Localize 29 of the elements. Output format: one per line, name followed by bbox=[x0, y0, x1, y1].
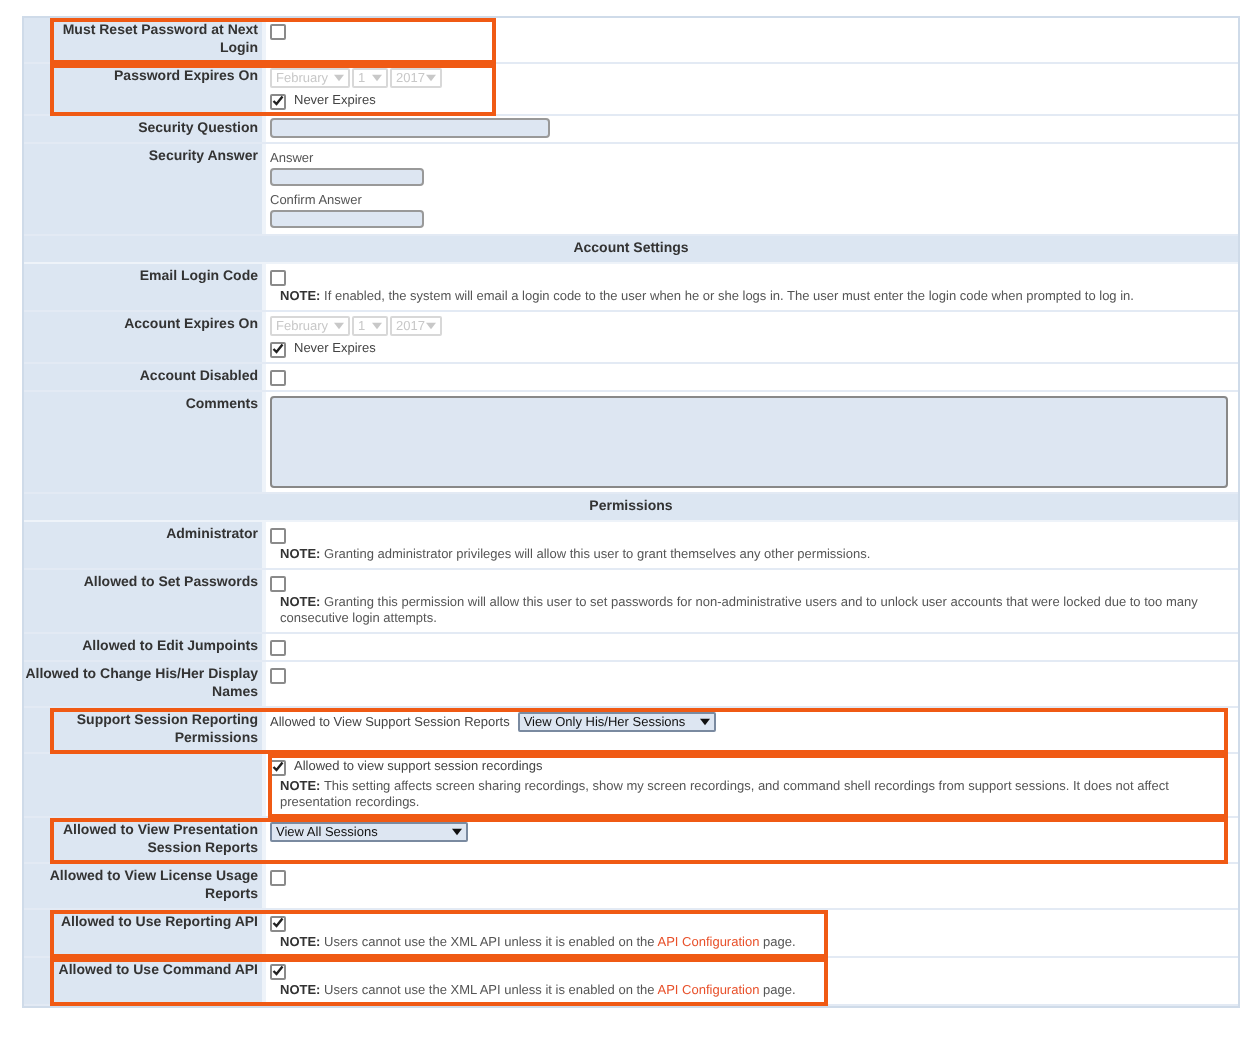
checkbox[interactable] bbox=[270, 575, 286, 591]
checkbox[interactable] bbox=[270, 23, 286, 39]
checkbox[interactable] bbox=[270, 639, 286, 655]
answer-field[interactable] bbox=[270, 168, 424, 186]
caret-icon bbox=[426, 322, 436, 330]
caret-icon bbox=[372, 322, 382, 330]
caret-icon bbox=[334, 322, 344, 330]
checkmark-icon bbox=[272, 94, 284, 108]
checkbox[interactable] bbox=[270, 93, 286, 109]
caret-icon bbox=[426, 74, 436, 82]
checkmark-icon bbox=[272, 916, 284, 930]
checkbox[interactable] bbox=[270, 667, 286, 683]
checkbox[interactable] bbox=[270, 527, 286, 543]
checkbox[interactable] bbox=[270, 369, 286, 385]
checkmark-icon bbox=[272, 342, 284, 356]
checkbox[interactable] bbox=[270, 915, 286, 931]
checkmark-icon bbox=[272, 964, 284, 978]
answer-field[interactable] bbox=[270, 210, 424, 228]
checkbox[interactable] bbox=[270, 869, 286, 885]
checkbox[interactable] bbox=[270, 269, 286, 285]
caret-icon bbox=[372, 74, 382, 82]
comments-field[interactable] bbox=[270, 396, 1228, 488]
security-question-field[interactable] bbox=[270, 118, 550, 138]
caret-icon bbox=[334, 74, 344, 82]
checkbox[interactable] bbox=[270, 341, 286, 357]
caret-icon bbox=[699, 718, 710, 726]
checkmark-icon bbox=[272, 760, 284, 774]
checkbox[interactable] bbox=[270, 963, 286, 979]
caret-icon bbox=[452, 828, 462, 836]
